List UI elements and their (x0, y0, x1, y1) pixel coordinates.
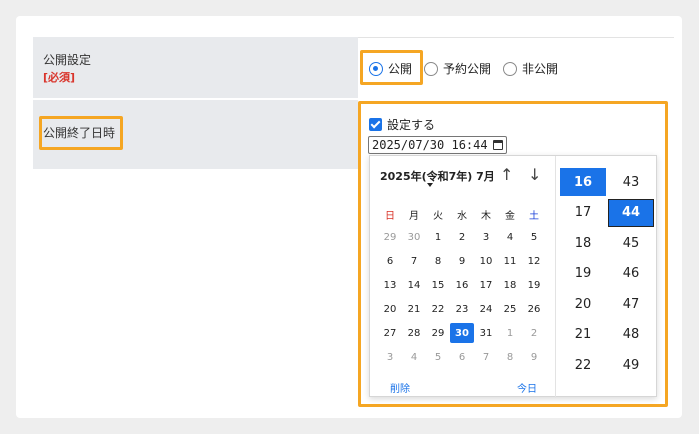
calendar-day[interactable]: 5 (522, 227, 546, 247)
calendar-day[interactable]: 19 (522, 275, 546, 295)
hour-option[interactable]: 20 (560, 290, 606, 318)
calendar-day[interactable]: 29 (426, 323, 450, 343)
weekday-sat: 土 (529, 210, 539, 222)
radio-public[interactable]: 公開 (369, 60, 412, 77)
calendar-day[interactable]: 28 (402, 323, 426, 343)
radio-scheduled-label: 予約公開 (443, 62, 492, 76)
previous-month-arrow-icon[interactable]: ↑ (500, 165, 513, 184)
minute-option[interactable]: 43 (608, 168, 654, 196)
radio-public-label: 公開 (388, 62, 413, 76)
calendar-day[interactable]: 21 (402, 299, 426, 319)
month-title[interactable]: 2025年(令和7年) 7月 (380, 168, 495, 184)
radio-circle (424, 61, 439, 76)
set-end-label: 設定する (387, 118, 436, 132)
calendar-day[interactable]: 18 (498, 275, 522, 295)
weekday-sun: 日 (385, 210, 395, 222)
calendar-day[interactable]: 7 (402, 251, 426, 271)
weekday-thu: 木 (481, 210, 491, 222)
calendar-day[interactable]: 23 (450, 299, 474, 319)
end-datetime-input[interactable]: 2025/07/30 16:44 (368, 136, 507, 154)
hour-option[interactable]: 19 (560, 260, 606, 288)
calendar-day[interactable]: 9 (522, 347, 546, 367)
calendar-day[interactable]: 12 (522, 251, 546, 271)
calendar-day[interactable]: 3 (378, 347, 402, 367)
minute-option[interactable]: 49 (608, 351, 654, 379)
calendar-day[interactable]: 31 (474, 323, 498, 343)
calendar-day[interactable]: 6 (378, 251, 402, 271)
next-month-arrow-icon[interactable]: ↓ (528, 165, 541, 184)
hour-option[interactable]: 16 (560, 168, 606, 196)
set-end-checkbox[interactable] (369, 118, 382, 131)
minute-option[interactable]: 44 (608, 198, 654, 227)
calendar-day[interactable]: 17 (474, 275, 498, 295)
minute-option[interactable]: 45 (608, 229, 654, 257)
minute-option[interactable]: 47 (608, 290, 654, 318)
weekday-wed: 水 (457, 210, 467, 222)
calendar-day[interactable]: 29 (378, 227, 402, 247)
set-end-checkbox-row[interactable]: 設定する (369, 116, 435, 133)
calendar-day[interactable]: 20 (378, 299, 402, 319)
calendar-day[interactable]: 13 (378, 275, 402, 295)
calendar-day[interactable]: 7 (474, 347, 498, 367)
weekday-tue: 火 (433, 210, 443, 222)
calendar-day[interactable]: 15 (426, 275, 450, 295)
calendar-day[interactable]: 3 (474, 227, 498, 247)
clear-link[interactable]: 削除 (390, 380, 410, 395)
month-dropdown-icon[interactable] (427, 183, 433, 187)
hour-option[interactable]: 21 (560, 321, 606, 349)
calendar-day[interactable]: 16 (450, 275, 474, 295)
weekday-mon: 月 (409, 210, 419, 222)
publish-radio-group: 公開 予約公開 非公開 (369, 60, 570, 77)
radio-private-label: 非公開 (522, 62, 559, 76)
calendar-day[interactable]: 22 (426, 299, 450, 319)
publish-setting-label: 公開設定 (43, 53, 92, 67)
minute-option[interactable]: 48 (608, 321, 654, 349)
required-badge: [必須] (43, 71, 76, 84)
datetime-picker-popup: 2025年(令和7年) 7月 ↑ ↓ 日 月 火 水 木 金 土 29 30 1 2 3… (369, 155, 657, 398)
weekday-fri: 金 (505, 210, 515, 222)
today-link[interactable]: 今日 (517, 380, 537, 395)
calendar-day[interactable]: 26 (522, 299, 546, 319)
calendar-day[interactable]: 6 (450, 347, 474, 367)
calendar-day[interactable]: 24 (474, 299, 498, 319)
calendar-day[interactable]: 4 (498, 227, 522, 247)
radio-circle-checked (369, 61, 383, 76)
calendar-day[interactable]: 9 (450, 251, 474, 271)
hour-option[interactable]: 22 (560, 351, 606, 379)
calendar-day[interactable]: 25 (498, 299, 522, 319)
calendar-day[interactable]: 2 (450, 227, 474, 247)
calendar-day[interactable]: 14 (402, 275, 426, 295)
calendar-day[interactable]: 5 (426, 347, 450, 367)
calendar-day[interactable]: 11 (498, 251, 522, 271)
calendar-day[interactable]: 8 (426, 251, 450, 271)
calendar-day[interactable]: 4 (402, 347, 426, 367)
minute-option[interactable]: 46 (608, 260, 654, 288)
calendar-day[interactable]: 1 (426, 227, 450, 247)
publish-setting-label-cell: 公開設定 [必須] (33, 37, 358, 99)
picker-divider (555, 156, 556, 398)
calendar-day[interactable]: 1 (498, 323, 522, 343)
highlight-end-label (39, 116, 123, 150)
calendar-day[interactable]: 30 (450, 323, 474, 343)
hour-option[interactable]: 18 (560, 229, 606, 257)
divider (358, 37, 674, 38)
radio-scheduled[interactable]: 予約公開 (424, 60, 491, 77)
radio-circle (503, 61, 518, 76)
calendar-icon[interactable] (493, 140, 503, 150)
end-datetime-value: 2025/07/30 16:44 (372, 138, 488, 152)
radio-private[interactable]: 非公開 (503, 60, 558, 77)
calendar-day[interactable]: 30 (402, 227, 426, 247)
calendar-day[interactable]: 2 (522, 323, 546, 343)
calendar-day[interactable]: 27 (378, 323, 402, 343)
calendar-day[interactable]: 10 (474, 251, 498, 271)
hour-option[interactable]: 17 (560, 199, 606, 227)
calendar-day[interactable]: 8 (498, 347, 522, 367)
